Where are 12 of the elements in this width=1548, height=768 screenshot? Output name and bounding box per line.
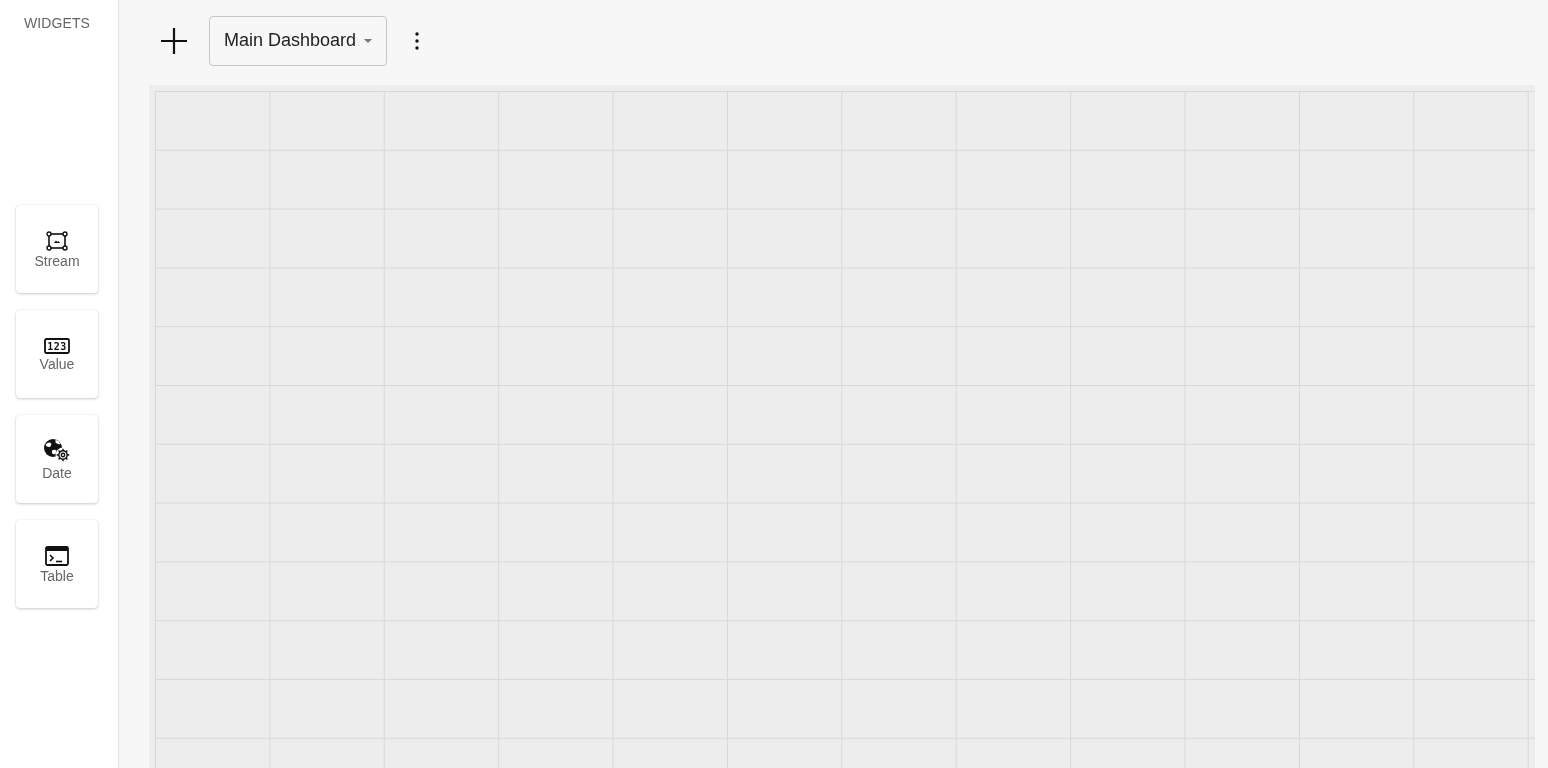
number-box-icon: 123 [44,337,70,354]
sidebar-title: WIDGETS [23,14,91,32]
widget-card[interactable]: Table [16,520,98,608]
widget-card[interactable]: Stream [16,205,98,293]
terminal-icon [45,545,69,566]
widget-card[interactable]: 123 Value [16,310,98,398]
dashboard-dropdown[interactable]: Main Dashboard [209,15,388,66]
globe-gear-icon [43,438,71,463]
caret-icon [364,38,373,43]
widget-card[interactable]: Date [16,415,98,503]
add-icon[interactable] [159,25,189,56]
image-frame-icon [46,230,68,251]
